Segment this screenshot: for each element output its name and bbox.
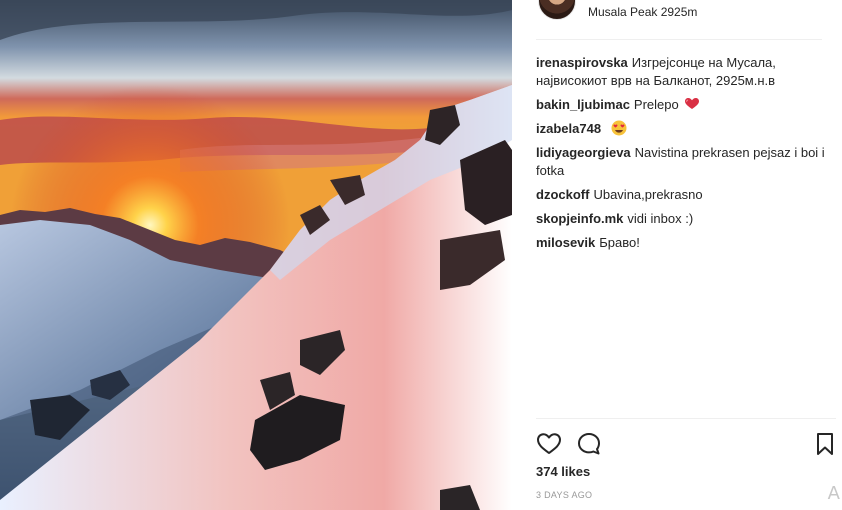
post-side-panel: Musala Peak 2925m irenaspirovska Изгрејсо… [512,0,842,510]
comment-text: Ubavina,prekrasno [593,187,703,202]
post-header: Musala Peak 2925m [536,0,822,40]
comment-item: dzockoff Ubavina,prekrasno [536,186,826,204]
location-link[interactable]: Musala Peak 2925m [588,5,697,19]
heart-icon[interactable] [536,431,562,457]
comment-username[interactable]: izabela748 [536,121,601,136]
comment-username[interactable]: milosevik [536,235,595,250]
comment-username[interactable]: skopjeinfo.mk [536,211,623,226]
sunrise-mountain-image [0,0,512,510]
comment-icon[interactable] [576,431,602,457]
comment-item: lidiyageorgieva Navistina prekrasen pejsa… [536,144,826,180]
comment-text: Браво! [599,235,640,250]
comment-item: milosevik Браво! [536,234,826,252]
comment-item: skopjeinfo.mk vidi inbox :) [536,210,826,228]
bookmark-icon[interactable] [812,431,838,457]
corner-glyph: A [827,483,840,504]
comment-item: bakin_ljubimac Prelepo [536,96,826,114]
comment-username[interactable]: bakin_ljubimac [536,97,630,112]
comment-username[interactable]: irenaspirovska [536,55,628,70]
likes-count[interactable]: 374 likes [536,464,590,479]
avatar[interactable] [538,0,576,20]
comment-text: Prelepo [633,97,679,112]
post-timestamp[interactable]: 3 DAYS AGO [536,490,592,500]
comments-list: irenaspirovska Изгрејсонце на Мусала, нај… [536,54,826,258]
comment-username[interactable]: lidiyageorgieva [536,145,631,160]
post-actions: 374 likes 3 DAYS AGO [536,418,836,510]
heart-emoji-icon [685,98,700,109]
comment-item: izabela748 [536,120,826,138]
heart-eyes-emoji-icon [611,120,627,136]
post-photo[interactable] [0,0,512,510]
comment-text: vidi inbox :) [627,211,694,226]
comment-item: irenaspirovska Изгрејсонце на Мусала, нај… [536,54,826,90]
comment-username[interactable]: dzockoff [536,187,589,202]
